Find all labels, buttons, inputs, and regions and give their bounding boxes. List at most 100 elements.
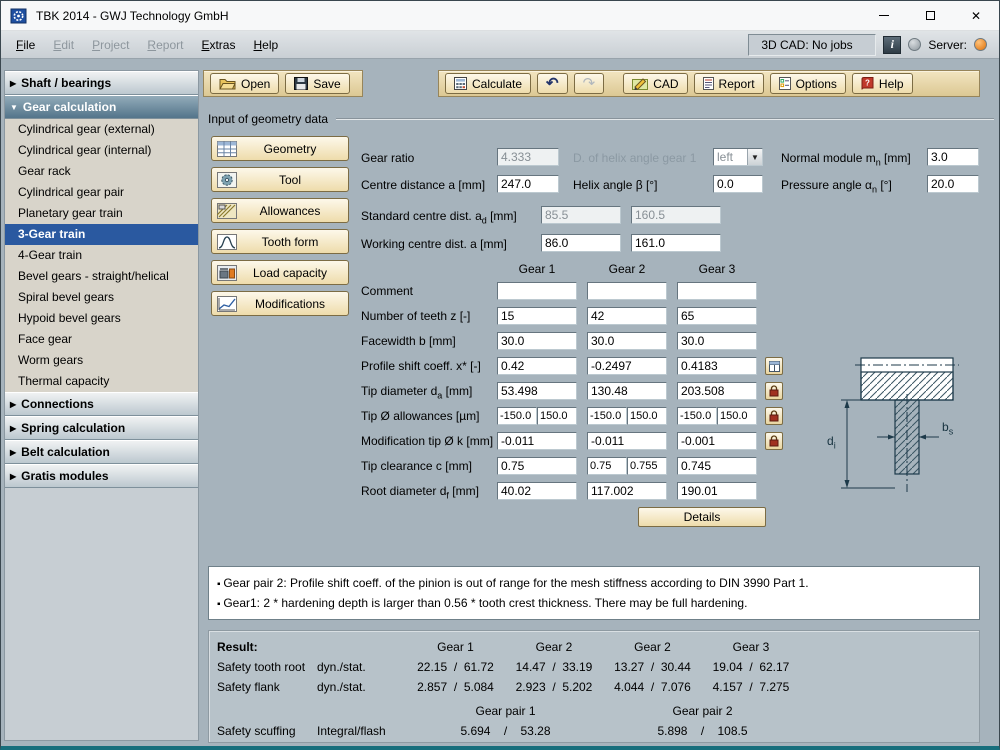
chevron-down-icon: ▼ bbox=[10, 102, 18, 112]
sidebar-item-spiral-bevel-gears[interactable]: Spiral bevel gears bbox=[5, 287, 198, 308]
calculate-button[interactable]: Calculate bbox=[445, 73, 532, 94]
floppy-disk-icon bbox=[294, 77, 309, 90]
chevron-down-icon[interactable]: ▼ bbox=[747, 149, 762, 165]
tip-allowance-gear1-lower-field[interactable]: -150.0 bbox=[497, 407, 537, 425]
comment-row: Comment bbox=[361, 282, 993, 302]
working-centre-dist-1-field[interactable]: 86.0 bbox=[541, 234, 621, 252]
report-button[interactable]: Report bbox=[693, 73, 764, 94]
comment-gear3-field[interactable] bbox=[677, 282, 757, 300]
gear-cross-section-svg bbox=[841, 357, 959, 492]
tip-diameter-gear1-field[interactable]: 53.498 bbox=[497, 382, 577, 400]
tip-allowance-gear3-lower-field[interactable]: -150.0 bbox=[677, 407, 717, 425]
options-button[interactable]: Options bbox=[769, 73, 846, 94]
sidebar-item-bevel-gears[interactable]: Bevel gears - straight/helical bbox=[5, 266, 198, 287]
modification-tip-gear1-field[interactable]: -0.011 bbox=[497, 432, 577, 450]
undo-icon: ↶ bbox=[546, 74, 559, 92]
modifications-tab-button[interactable]: Modifications bbox=[211, 291, 349, 316]
info-button[interactable]: i bbox=[883, 35, 902, 54]
load-capacity-tab-button[interactable]: Load capacity bbox=[211, 260, 349, 285]
profile-shift-gear3-field[interactable]: 0.4183 bbox=[677, 357, 757, 375]
facewidth-gear1-field[interactable]: 30.0 bbox=[497, 332, 577, 350]
help-button[interactable]: ? Help bbox=[851, 73, 913, 94]
titlebar: TBK 2014 - GWJ Technology GmbH ✕ bbox=[1, 1, 999, 31]
sidebar-section-gear-calculation[interactable]: ▼ Gear calculation bbox=[5, 95, 198, 119]
sidebar-item-gear-rack[interactable]: Gear rack bbox=[5, 161, 198, 182]
section-title: Input of geometry data bbox=[208, 112, 329, 126]
root-diameter-gear1-field[interactable]: 40.02 bbox=[497, 482, 577, 500]
menu-file[interactable]: File bbox=[7, 33, 44, 57]
facewidth-gear3-field[interactable]: 30.0 bbox=[677, 332, 757, 350]
teeth-gear3-field[interactable]: 65 bbox=[677, 307, 757, 325]
save-button[interactable]: Save bbox=[285, 73, 350, 94]
cad-button[interactable]: CAD bbox=[623, 73, 688, 94]
menu-edit[interactable]: Edit bbox=[44, 33, 83, 57]
open-button[interactable]: Open bbox=[210, 73, 280, 94]
menu-help[interactable]: Help bbox=[244, 33, 287, 57]
comment-gear1-field[interactable] bbox=[497, 282, 577, 300]
comment-gear2-field[interactable] bbox=[587, 282, 667, 300]
tip-allowances-lock-button[interactable] bbox=[765, 407, 783, 425]
chevron-right-icon: ▶ bbox=[10, 423, 17, 433]
sidebar-item-cylindrical-gear-internal[interactable]: Cylindrical gear (internal) bbox=[5, 140, 198, 161]
details-button[interactable]: Details bbox=[638, 507, 766, 527]
app-window: TBK 2014 - GWJ Technology GmbH ✕ File Ed… bbox=[0, 0, 1000, 750]
sidebar-item-thermal-capacity[interactable]: Thermal capacity bbox=[5, 371, 198, 392]
helix-direction-select[interactable]: left ▼ bbox=[713, 148, 763, 166]
sidebar-section-shaft-bearings[interactable]: ▶ Shaft / bearings bbox=[5, 71, 198, 95]
tip-clearance-gear2a-field[interactable]: 0.75 bbox=[587, 457, 627, 475]
tip-allowance-gear1-upper-field[interactable]: 150.0 bbox=[537, 407, 577, 425]
tip-allowance-gear3-upper-field[interactable]: 150.0 bbox=[717, 407, 757, 425]
safety-scuffing-row: Safety scuffing Integral/flash 5.694 / 5… bbox=[217, 721, 971, 741]
sidebar-item-hypoid-bevel-gears[interactable]: Hypoid bevel gears bbox=[5, 308, 198, 329]
sidebar-item-cylindrical-gear-external[interactable]: Cylindrical gear (external) bbox=[5, 119, 198, 140]
tip-diameter-lock-button[interactable] bbox=[765, 382, 783, 400]
teeth-gear1-field[interactable]: 15 bbox=[497, 307, 577, 325]
modification-tip-gear3-field[interactable]: -0.001 bbox=[677, 432, 757, 450]
tip-diameter-gear2-field[interactable]: 130.48 bbox=[587, 382, 667, 400]
sidebar-section-spring-calculation[interactable]: ▶ Spring calculation bbox=[5, 416, 198, 440]
teeth-gear2-field[interactable]: 42 bbox=[587, 307, 667, 325]
undo-button[interactable]: ↶ bbox=[537, 73, 568, 94]
maximize-button[interactable] bbox=[907, 1, 953, 30]
sidebar-item-worm-gears[interactable]: Worm gears bbox=[5, 350, 198, 371]
row-mode: Integral/flash bbox=[317, 724, 386, 738]
sidebar-section-gratis-modules[interactable]: ▶ Gratis modules bbox=[5, 464, 198, 488]
tooth-form-tab-button[interactable]: Tooth form bbox=[211, 229, 349, 254]
tip-diameter-gear3-field[interactable]: 203.508 bbox=[677, 382, 757, 400]
sidebar-section-connections[interactable]: ▶ Connections bbox=[5, 392, 198, 416]
tool-tab-button[interactable]: Tool bbox=[211, 167, 349, 192]
profile-shift-gear2-field[interactable]: -0.2497 bbox=[587, 357, 667, 375]
minimize-button[interactable] bbox=[861, 1, 907, 30]
tip-clearance-gear1-field[interactable]: 0.75 bbox=[497, 457, 577, 475]
allowances-tab-button[interactable]: Allowances bbox=[211, 198, 349, 223]
root-diameter-gear3-field[interactable]: 190.01 bbox=[677, 482, 757, 500]
profile-shift-gear1-field[interactable]: 0.42 bbox=[497, 357, 577, 375]
menu-report[interactable]: Report bbox=[138, 33, 192, 57]
sidebar-item-cylindrical-gear-pair[interactable]: Cylindrical gear pair bbox=[5, 182, 198, 203]
sidebar-item-face-gear[interactable]: Face gear bbox=[5, 329, 198, 350]
sidebar-item-planetary-gear-train[interactable]: Planetary gear train bbox=[5, 203, 198, 224]
tip-clearance-gear2b-field[interactable]: 0.755 bbox=[627, 457, 667, 475]
root-diameter-gear2-field[interactable]: 117.002 bbox=[587, 482, 667, 500]
modification-tip-lock-button[interactable] bbox=[765, 432, 783, 450]
helix-angle-field[interactable]: 0.0 bbox=[713, 175, 763, 193]
tip-allowance-gear2-upper-field[interactable]: 150.0 bbox=[627, 407, 667, 425]
pressure-angle-field[interactable]: 20.0 bbox=[927, 175, 979, 193]
geometry-tab-button[interactable]: Geometry bbox=[211, 136, 349, 161]
facewidth-gear2-field[interactable]: 30.0 bbox=[587, 332, 667, 350]
chevron-right-icon: ▶ bbox=[10, 399, 17, 409]
sidebar-section-belt-calculation[interactable]: ▶ Belt calculation bbox=[5, 440, 198, 464]
working-centre-dist-2-field[interactable]: 161.0 bbox=[631, 234, 721, 252]
sidebar-item-3-gear-train[interactable]: 3-Gear train bbox=[5, 224, 198, 245]
redo-button[interactable]: ↷ bbox=[573, 73, 605, 94]
tip-clearance-gear3-field[interactable]: 0.745 bbox=[677, 457, 757, 475]
close-button[interactable]: ✕ bbox=[953, 1, 999, 30]
centre-distance-field[interactable]: 247.0 bbox=[497, 175, 559, 193]
menu-project[interactable]: Project bbox=[83, 33, 138, 57]
modification-tip-gear2-field[interactable]: -0.011 bbox=[587, 432, 667, 450]
tip-allowance-gear2-lower-field[interactable]: -150.0 bbox=[587, 407, 627, 425]
profile-shift-calc-button[interactable] bbox=[765, 357, 783, 375]
menu-extras[interactable]: Extras bbox=[192, 33, 244, 57]
normal-module-field[interactable]: 3.0 bbox=[927, 148, 979, 166]
sidebar-item-4-gear-train[interactable]: 4-Gear train bbox=[5, 245, 198, 266]
